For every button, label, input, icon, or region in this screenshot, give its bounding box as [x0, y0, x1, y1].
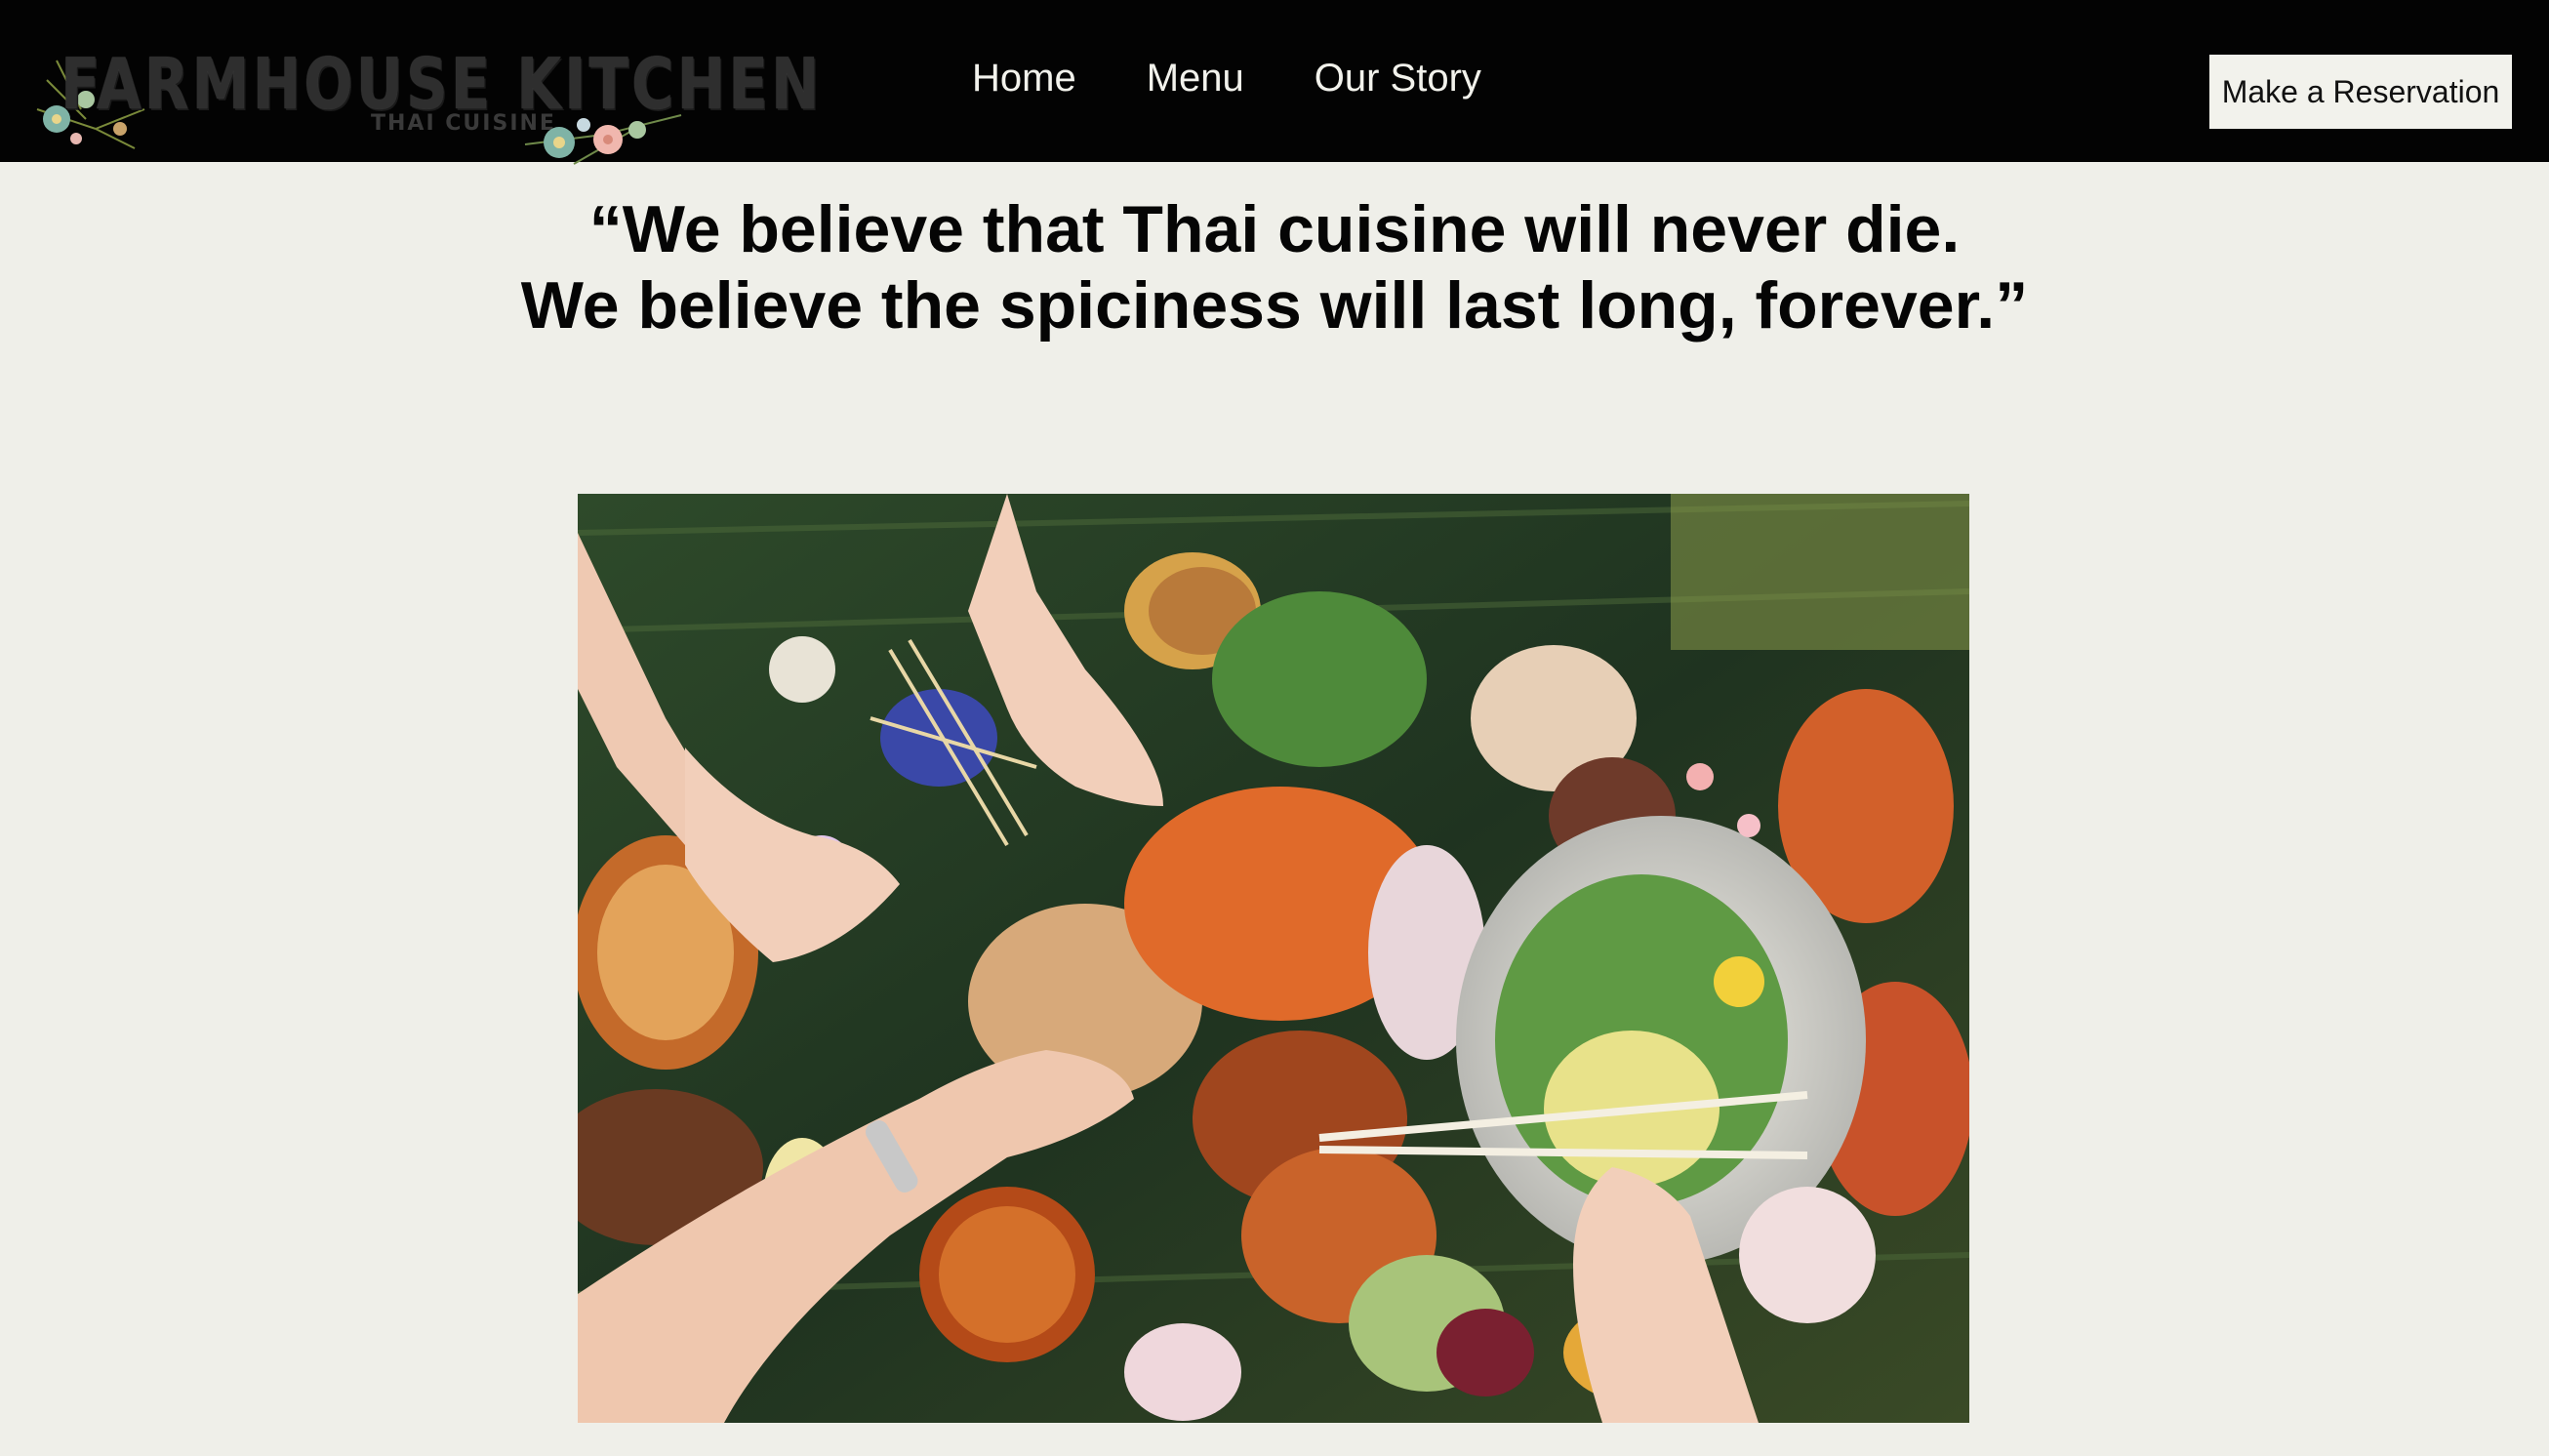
thai-feast-photo	[578, 494, 1969, 1423]
nav-item-menu[interactable]: Menu	[1147, 57, 1244, 101]
nav-item-our-story[interactable]: Our Story	[1315, 57, 1481, 101]
flower-decoration-icon	[524, 114, 682, 165]
logo[interactable]: FARMHOUSE KITCHEN THAI CUISINE	[27, 37, 819, 165]
nav-item-home[interactable]: Home	[972, 57, 1076, 101]
hero-food-image	[578, 494, 1969, 1423]
main-nav: Home Menu Our Story	[972, 57, 1552, 101]
make-reservation-button[interactable]: Make a Reservation	[2209, 55, 2512, 129]
site-header: FARMHOUSE KITCHEN THAI CUISINE Home Menu…	[0, 0, 2549, 165]
hero-quote: “We believe that Thai cuisine will never…	[0, 191, 2549, 344]
quote-line-1: “We believe that Thai cuisine will never…	[588, 192, 1961, 266]
quote-line-2: We believe the spiciness will last long,…	[520, 268, 2029, 343]
